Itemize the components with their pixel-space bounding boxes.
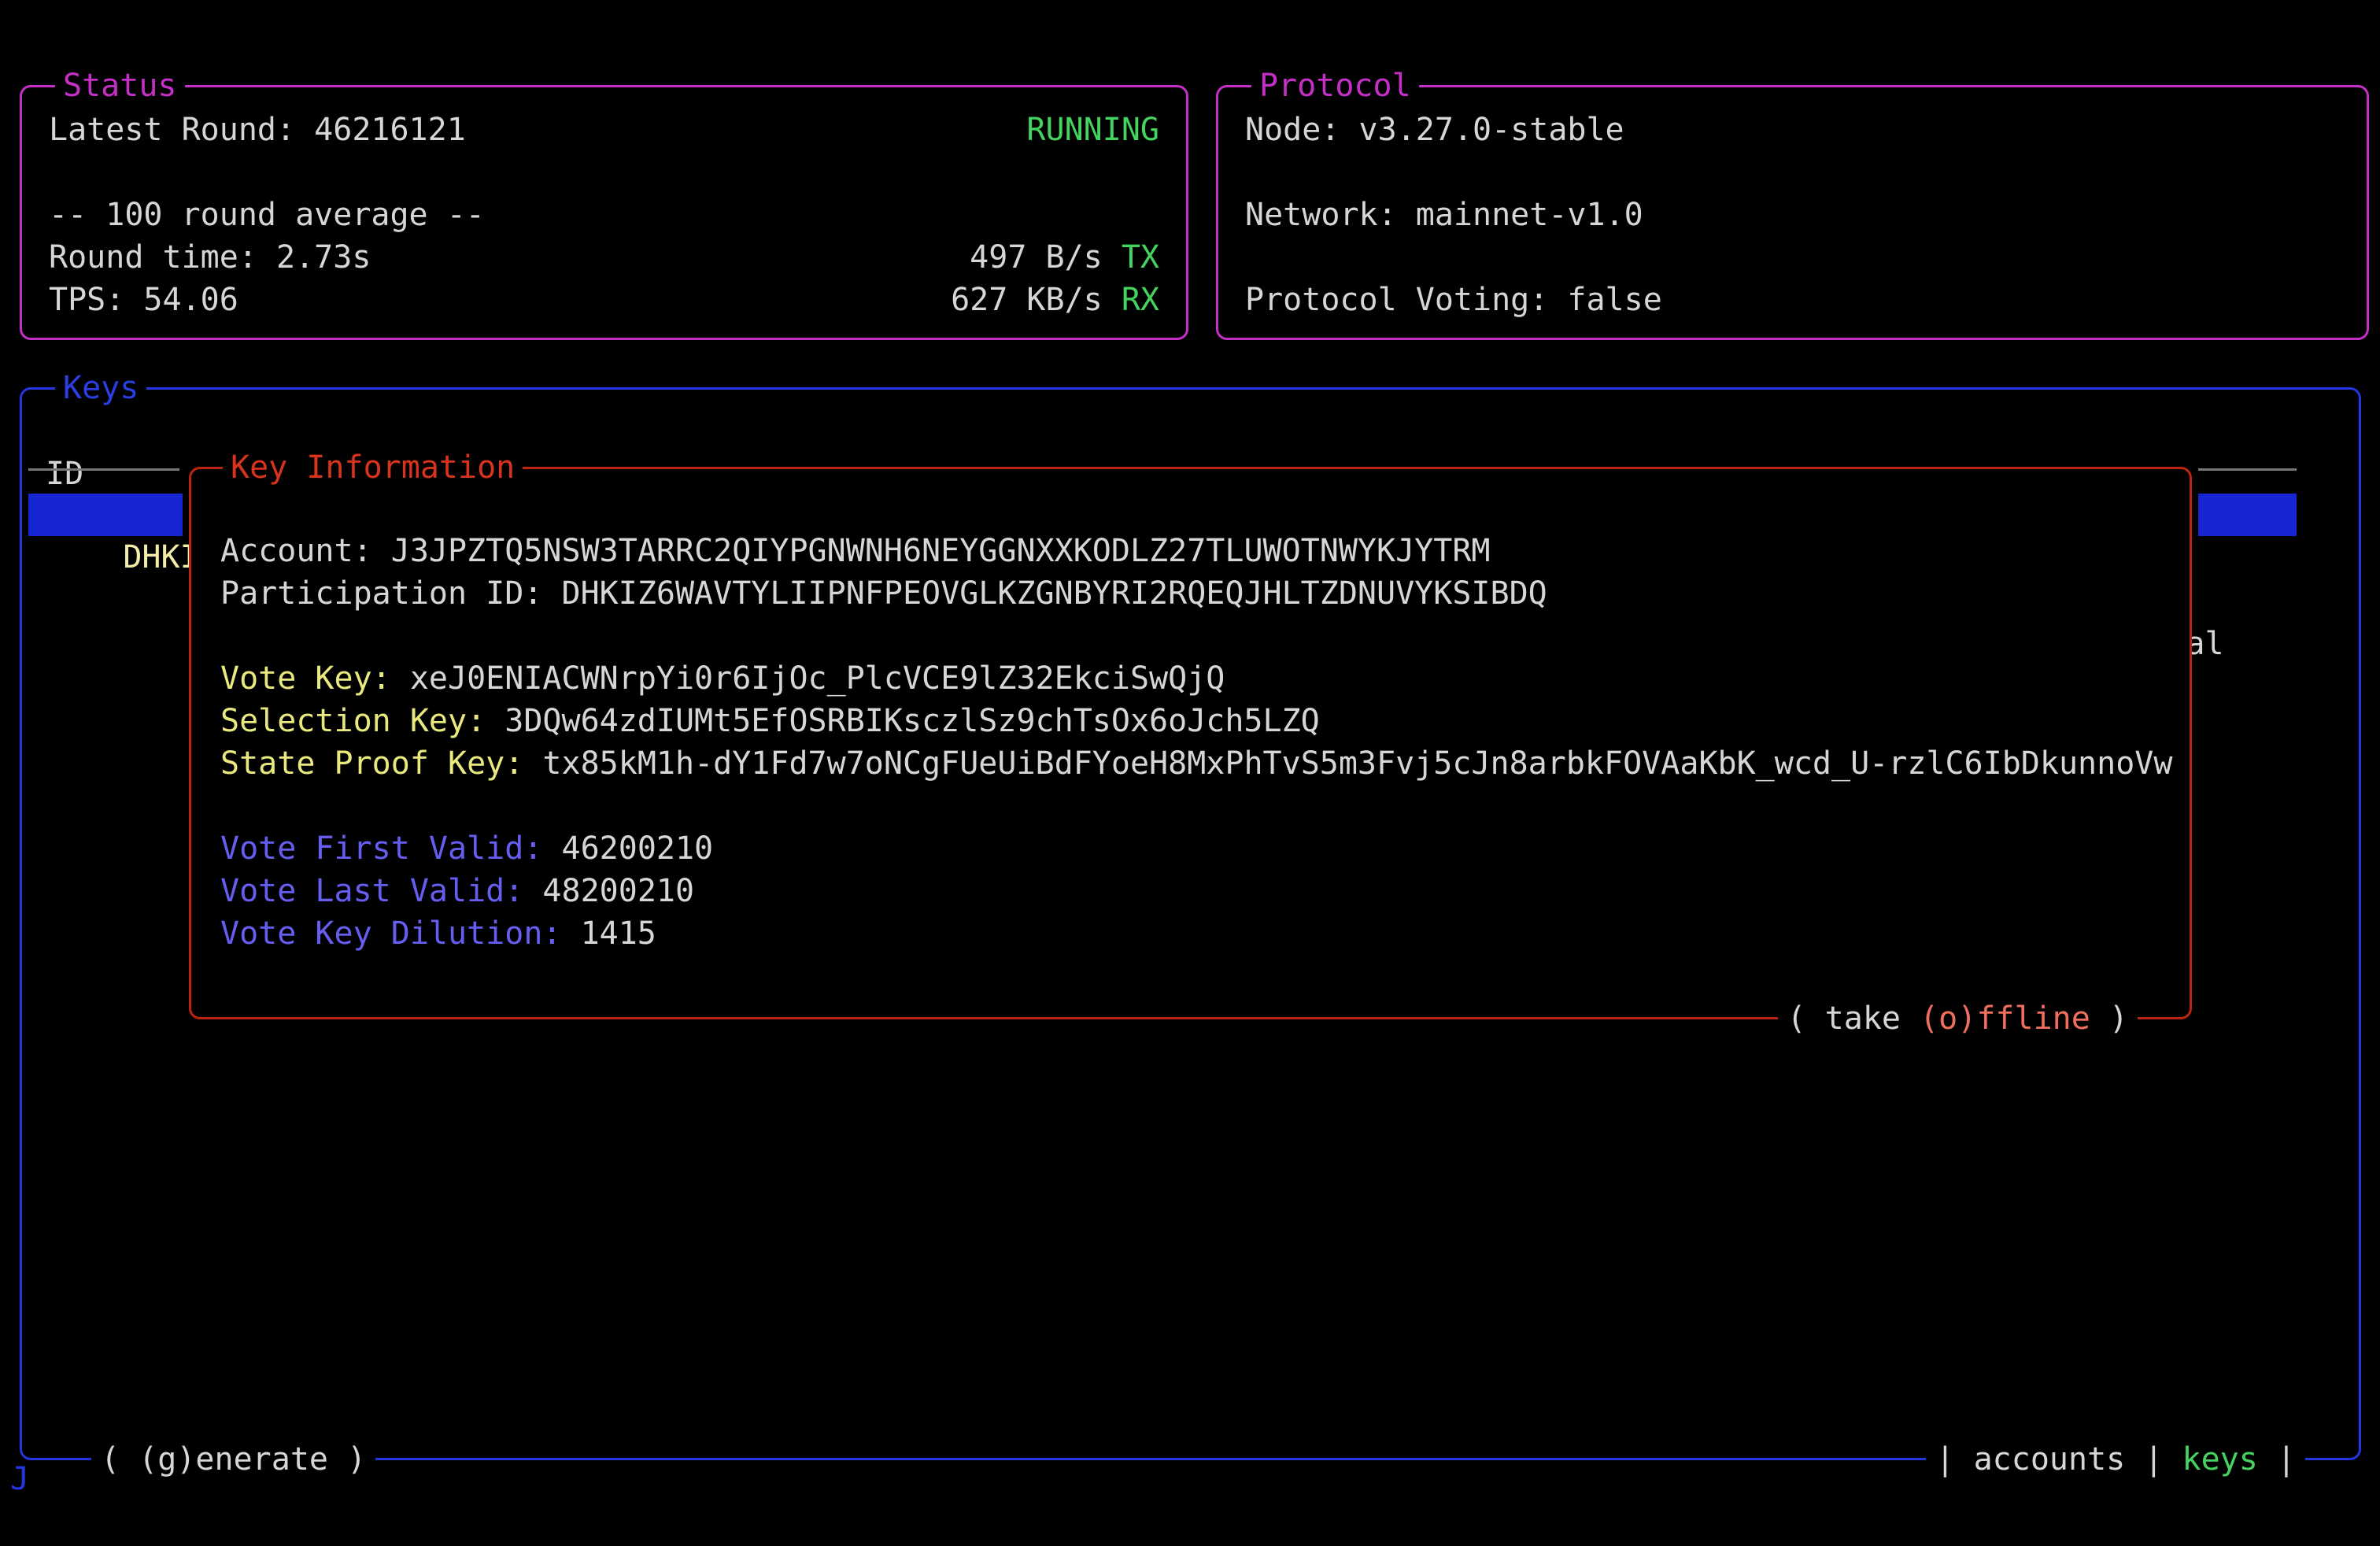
vote-key-value: xeJ0ENIACWNrpYi0r6IjOc_PlcVCE9lZ32EkciSw… [410,660,1225,697]
latest-round-value: Latest Round: 46216121 [49,109,466,151]
selected-key-row[interactable]: DHKIZ6W [28,494,183,536]
tabs-suffix: | [2258,1441,2296,1478]
round-average-header: -- 100 round average -- [49,194,485,236]
key-information-title: Key Information [223,446,523,489]
vote-last-valid-label: Vote Last Valid: [220,873,542,909]
protocol-panel-title: Protocol [1251,65,1419,107]
terminal-corner-glyph: J [10,1458,29,1500]
state-proof-key-value: tx85kM1h-dY1Fd7w7oNCgFUeUiBdFYoeH8MxPhTv… [542,745,2172,782]
tab-accounts[interactable]: | accounts | [1935,1441,2182,1478]
vote-first-valid-value: 46200210 [561,830,713,867]
rx-rate: 627 KB/s RX [951,279,1159,321]
status-panel: Status Latest Round: 46216121 RUNNING --… [20,85,1188,340]
round-time-value: Round time: 2.73s [49,236,371,279]
protocol-panel: Protocol Node: v3.27.0-stable Network: m… [1216,85,2369,340]
account-address: J3JPZTQ5NSW3TARRC2QIYPGNWNH6NEYGGNXXKODL… [391,533,1491,569]
network-name: Network: mainnet-v1.0 [1245,194,1643,236]
participation-id-value: DHKIZ6WAVTYLIIPNFPEOVGLKZGNBYRI2RQEQJHLT… [561,575,1547,612]
tab-keys-active[interactable]: keys [2182,1441,2258,1478]
running-status-badge: RUNNING [1026,109,1159,151]
key-information-dialog: Key Information Account: J3JPZTQ5NSW3TAR… [189,467,2192,1019]
tps-value: TPS: 54.06 [49,279,238,321]
selected-key-row-right-fragment[interactable] [2198,494,2297,536]
selection-key-value: 3DQw64zdIUMt5EfOSRBIKsczlSz9chTsOx6oJch5… [504,703,1320,739]
tx-label: TX [1122,239,1159,276]
keys-panel-title: Keys [55,367,146,409]
vote-key-dilution-value: 1415 [581,915,656,952]
vote-key-label: Vote Key: [220,660,410,697]
tx-rate: 497 B/s TX [970,236,1159,279]
tx-rate-value: 497 B/s [970,239,1122,276]
account-label: Account: [220,533,391,569]
node-version: Node: v3.27.0-stable [1245,109,1624,151]
offline-button-prefix: ( take [1787,1000,1920,1037]
participation-id-label: Participation ID: [220,575,561,612]
vote-last-valid-value: 48200210 [542,873,694,909]
offline-button-suffix: ) [2090,1000,2128,1037]
selection-key-label: Selection Key: [220,703,504,739]
vote-first-valid-label: Vote First Valid: [220,830,561,867]
column-header-id: ID [46,453,83,495]
protocol-voting: Protocol Voting: false [1245,279,1662,321]
status-panel-title: Status [55,65,185,107]
header-separator-right [2198,468,2297,471]
vote-key-dilution-label: Vote Key Dilution: [220,915,581,952]
view-tabs[interactable]: | accounts | keys | [1926,1438,2305,1481]
take-offline-button[interactable]: ( take (o)ffline ) [1778,997,2138,1040]
rx-rate-value: 627 KB/s [951,282,1122,318]
rx-label: RX [1122,282,1159,318]
generate-button[interactable]: ( (g)enerate ) [91,1438,375,1481]
offline-hotkey: (o)ffline [1920,1000,2090,1037]
header-separator-left [28,468,179,471]
state-proof-key-label: State Proof Key: [220,745,542,782]
